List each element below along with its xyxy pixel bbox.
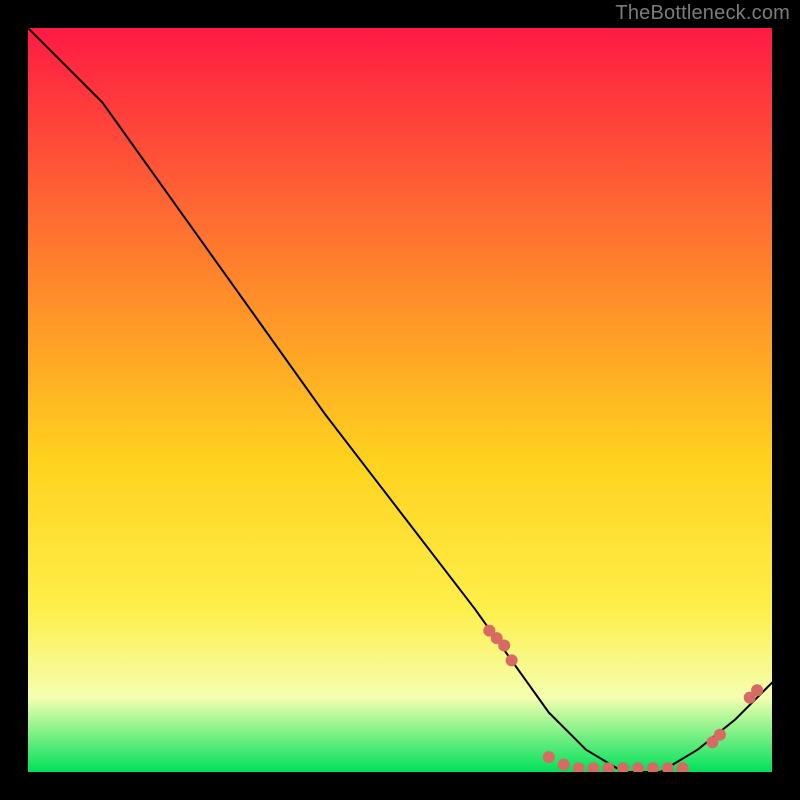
curve-marker: [506, 654, 518, 666]
chart-plot-area: [28, 28, 772, 772]
curve-marker: [543, 751, 555, 763]
curve-marker: [751, 684, 763, 696]
curve-marker: [498, 640, 510, 652]
chart-svg: [28, 28, 772, 772]
curve-marker: [558, 759, 570, 771]
gradient-background: [28, 28, 772, 772]
watermark-text: TheBottleneck.com: [615, 2, 790, 25]
curve-marker: [714, 729, 726, 741]
chart-frame: TheBottleneck.com: [0, 0, 800, 800]
